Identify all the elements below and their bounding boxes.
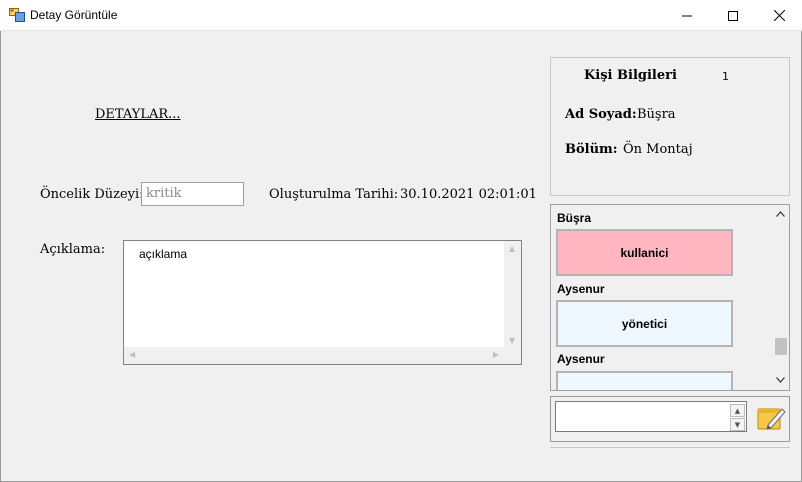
person-info-count: 1	[722, 70, 729, 83]
minimize-button[interactable]	[664, 0, 710, 31]
name-value: Büşra	[637, 107, 676, 122]
user-name: Aysenur	[557, 352, 605, 366]
scroll-down-icon[interactable]: ▼	[509, 337, 515, 345]
created-date-label: Oluşturulma Tarihi:	[269, 187, 399, 202]
message-input[interactable]: ▲ ▼	[555, 401, 747, 432]
user-name: Aysenur	[557, 282, 605, 296]
user-list-scrollbar[interactable]	[772, 205, 789, 390]
send-note-button[interactable]	[754, 401, 787, 434]
chevron-up-icon[interactable]	[776, 211, 785, 217]
scroll-thumb[interactable]	[775, 338, 787, 355]
maximize-button[interactable]	[710, 0, 756, 31]
scroll-up-icon[interactable]: ▲	[509, 245, 515, 253]
form-icon	[9, 8, 25, 22]
details-link[interactable]: DETAYLAR...	[95, 107, 181, 122]
description-text: açıklama	[139, 247, 188, 261]
chevron-down-icon[interactable]	[776, 377, 785, 383]
description-label: Açıklama:	[40, 242, 106, 257]
person-info-title: Kişi Bilgileri	[584, 68, 677, 83]
scroll-left-icon[interactable]: ◀	[129, 351, 135, 359]
description-textarea[interactable]: açıklama ▲ ▼ ◀ ▶	[123, 240, 522, 365]
close-icon	[773, 10, 785, 21]
user-role-card[interactable]	[556, 371, 733, 390]
note-pencil-icon	[757, 407, 786, 430]
user-list[interactable]: Büşra kullanici Aysenur yönetici Aysenur	[550, 204, 790, 391]
scroll-right-icon[interactable]: ▶	[493, 351, 499, 359]
message-panel: ▲ ▼	[550, 396, 790, 442]
description-horizontal-scrollbar[interactable]: ◀ ▶	[124, 347, 504, 364]
spin-down-icon[interactable]: ▼	[730, 418, 745, 431]
user-name: Büşra	[557, 211, 592, 225]
panel-divider	[550, 447, 790, 448]
department-value: Ön Montaj	[623, 142, 693, 157]
created-date-value: 30.10.2021 02:01:01	[400, 187, 537, 202]
user-role-card[interactable]: yönetici	[556, 300, 733, 347]
name-label: Ad Soyad:	[565, 107, 637, 122]
scrollbar-corner	[504, 347, 521, 364]
maximize-icon	[728, 10, 738, 21]
priority-input[interactable]: kritik	[141, 182, 244, 206]
priority-label: Öncelik Düzeyi:	[40, 187, 144, 202]
window-title: Detay Görüntüle	[30, 8, 118, 22]
user-role-card[interactable]: kullanici	[556, 229, 733, 276]
spin-up-icon[interactable]: ▲	[730, 404, 745, 417]
close-button[interactable]	[756, 0, 802, 31]
description-vertical-scrollbar[interactable]: ▲ ▼	[504, 241, 521, 347]
title-bar: Detay Görüntüle	[0, 0, 802, 31]
person-info-panel: Kişi Bilgileri 1 Ad Soyad: Büşra Bölüm: …	[550, 57, 790, 196]
minimize-icon	[682, 15, 692, 16]
department-label: Bölüm:	[565, 142, 618, 157]
